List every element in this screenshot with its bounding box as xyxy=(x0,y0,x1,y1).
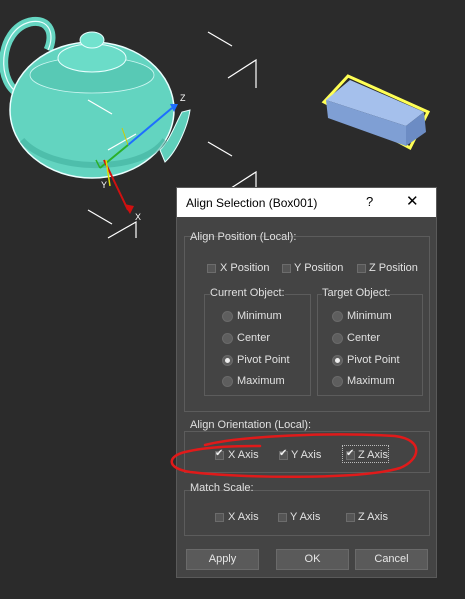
y-position-label[interactable]: Y Position xyxy=(294,262,343,274)
align-position-label: Align Position (Local): xyxy=(190,231,297,243)
current-label-pivot-point[interactable]: Pivot Point xyxy=(237,354,290,366)
align-selection-dialog: Align Selection (Box001) ? ✕ Align Posit… xyxy=(176,187,437,578)
x-position-label[interactable]: X Position xyxy=(220,262,270,274)
current-label-minimum[interactable]: Minimum xyxy=(237,310,282,322)
target-radio-center[interactable] xyxy=(332,333,343,344)
target-radio-pivot-point[interactable] xyxy=(332,355,343,366)
scale-z-axis-label[interactable]: Z Axis xyxy=(358,511,388,523)
target-label-minimum[interactable]: Minimum xyxy=(347,310,392,322)
teapot-object[interactable] xyxy=(0,16,191,179)
orientation-y-axis-checkbox[interactable] xyxy=(279,448,288,460)
orientation-x-axis-label[interactable]: X Axis xyxy=(228,449,259,461)
current-radio-minimum[interactable] xyxy=(222,311,233,322)
orientation-z-axis-checkbox[interactable] xyxy=(346,448,355,460)
dialog-title: Align Selection (Box001) xyxy=(186,196,318,210)
box001-object[interactable] xyxy=(321,74,431,151)
y-position-checkbox[interactable] xyxy=(282,264,291,273)
match-scale-label: Match Scale: xyxy=(190,482,254,494)
current-radio-pivot-point[interactable] xyxy=(222,355,233,366)
orientation-y-axis-label[interactable]: Y Axis xyxy=(291,449,321,461)
align-orientation-label: Align Orientation (Local): xyxy=(190,419,312,431)
scale-x-axis-label[interactable]: X Axis xyxy=(228,511,259,523)
scale-y-axis-label[interactable]: Y Axis xyxy=(290,511,320,523)
orientation-z-axis-label[interactable]: Z Axis xyxy=(358,449,388,461)
x-position-checkbox[interactable] xyxy=(207,264,216,273)
scale-z-axis-checkbox[interactable] xyxy=(346,513,355,522)
cancel-button[interactable]: Cancel xyxy=(355,549,428,570)
current-radio-center[interactable] xyxy=(222,333,233,344)
z-position-checkbox[interactable] xyxy=(357,264,366,273)
target-label-center[interactable]: Center xyxy=(347,332,380,344)
target-radio-minimum[interactable] xyxy=(332,311,343,322)
gizmo-y-label: Y xyxy=(101,180,107,190)
z-position-label[interactable]: Z Position xyxy=(369,262,418,274)
orientation-x-axis-checkbox[interactable] xyxy=(215,448,224,460)
current-label-center[interactable]: Center xyxy=(237,332,270,344)
scale-x-axis-checkbox[interactable] xyxy=(215,513,224,522)
dialog-titlebar[interactable]: Align Selection (Box001) ? ✕ xyxy=(177,188,436,217)
target-label-pivot-point[interactable]: Pivot Point xyxy=(347,354,400,366)
gizmo-x-label: X xyxy=(135,212,141,222)
apply-button[interactable]: Apply xyxy=(186,549,259,570)
target-label-maximum[interactable]: Maximum xyxy=(347,375,395,387)
current-label-maximum[interactable]: Maximum xyxy=(237,375,285,387)
current-object-label: Current Object: xyxy=(210,287,285,299)
gizmo-z-label: Z xyxy=(180,93,186,103)
current-radio-maximum[interactable] xyxy=(222,376,233,387)
help-button[interactable]: ? xyxy=(366,194,373,209)
close-icon[interactable]: ✕ xyxy=(406,192,419,210)
target-object-label: Target Object: xyxy=(322,287,391,299)
ok-button[interactable]: OK xyxy=(276,549,349,570)
target-radio-maximum[interactable] xyxy=(332,376,343,387)
scale-y-axis-checkbox[interactable] xyxy=(278,513,287,522)
